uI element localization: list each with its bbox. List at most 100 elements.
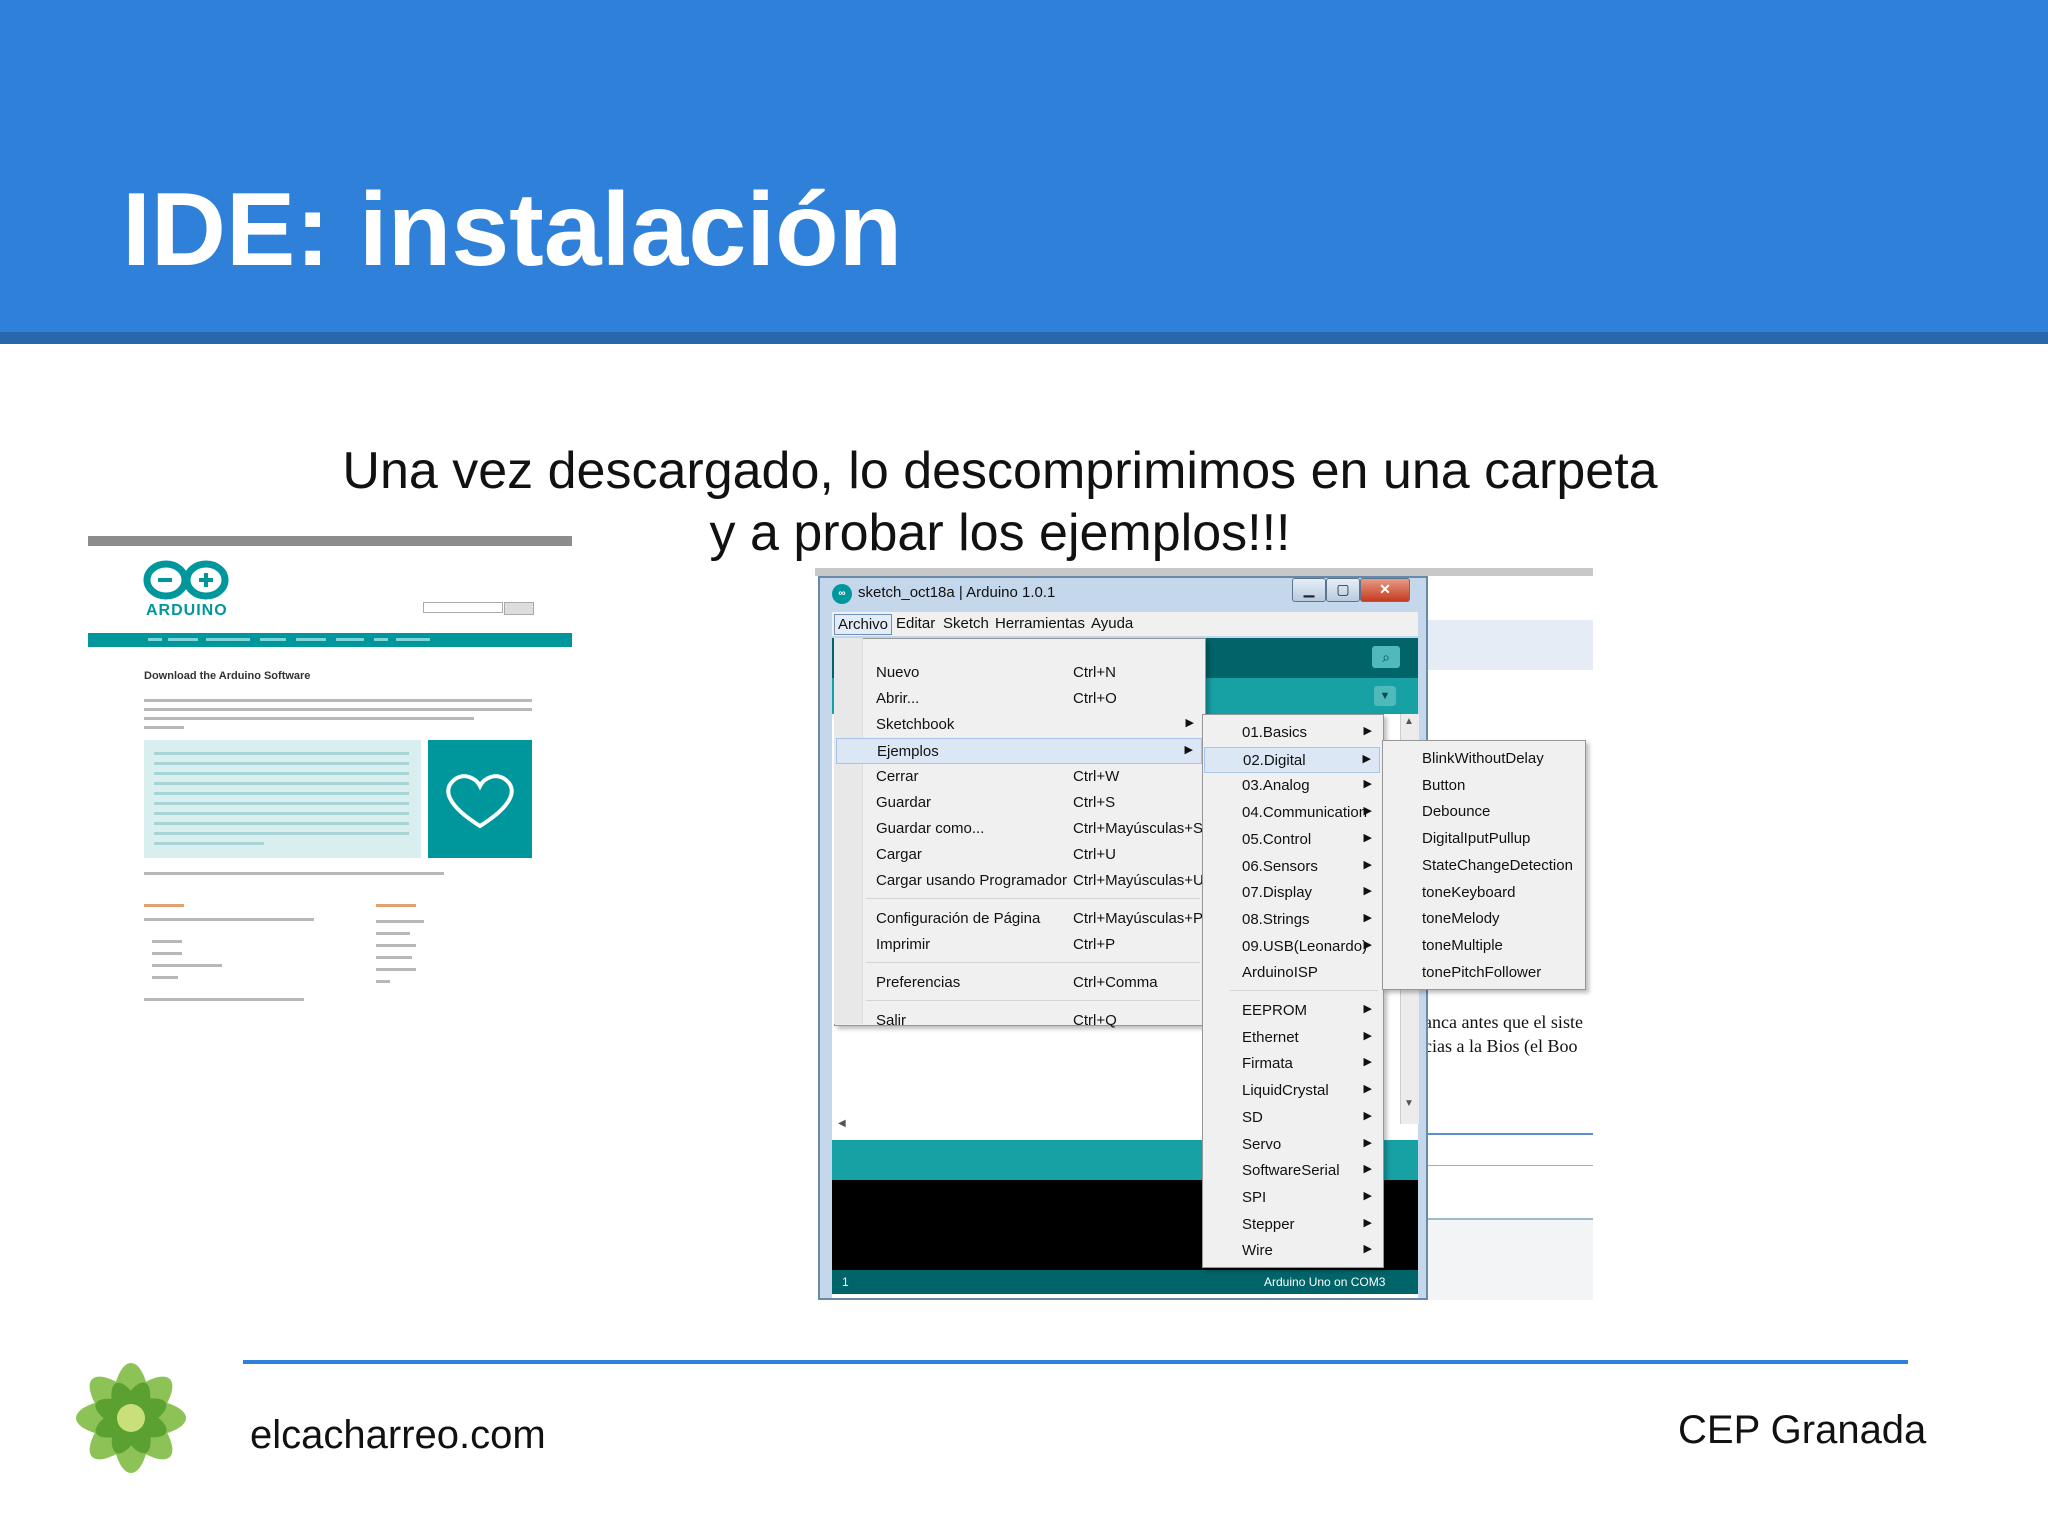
digital-item-debounce[interactable]: Debounce xyxy=(1384,799,1582,825)
list-item[interactable] xyxy=(376,980,390,983)
menu-item-label: Firmata xyxy=(1242,1055,1293,1073)
menu-item-label: toneKeyboard xyxy=(1422,883,1516,901)
digital-item-tonemelody[interactable]: toneMelody xyxy=(1384,906,1582,932)
ejemplos-item-ethernet[interactable]: Ethernet ▶ xyxy=(1204,1025,1380,1051)
menu-item-salir[interactable]: Salir Ctrl+Q xyxy=(836,1008,1202,1034)
submenu-arrow-icon: ▶ xyxy=(1363,938,1372,951)
site-search-input[interactable] xyxy=(423,602,503,613)
submenu-arrow-icon: ▶ xyxy=(1362,752,1371,765)
ejemplos-item-wire[interactable]: Wire ▶ xyxy=(1204,1238,1380,1264)
menu-item-label: 05.Control xyxy=(1242,830,1312,848)
menu-item-label: 09.USB(Leonardo) xyxy=(1242,937,1368,955)
download-heading: Download the Arduino Software xyxy=(144,670,311,682)
license-box xyxy=(144,740,421,858)
ejemplos-item-softwareserial[interactable]: SoftwareSerial ▶ xyxy=(1204,1158,1380,1184)
list-item[interactable] xyxy=(152,964,222,967)
list-item[interactable] xyxy=(376,944,416,947)
menu-item-cerrar[interactable]: Cerrar Ctrl+W xyxy=(836,764,1202,790)
ejemplos-item-spi[interactable]: SPI ▶ xyxy=(1204,1185,1380,1211)
digital-item-tonemultiple[interactable]: toneMultiple xyxy=(1384,933,1582,959)
menu-item-shortcut: Ctrl+Q xyxy=(1073,1012,1117,1029)
ejemplos-item-02-digital[interactable]: 02.Digital ▶ xyxy=(1204,746,1380,773)
ejemplos-item-sd[interactable]: SD ▶ xyxy=(1204,1105,1380,1131)
menu-item-imprimir[interactable]: Imprimir Ctrl+P xyxy=(836,932,1202,958)
menu-editar[interactable]: Editar xyxy=(893,614,938,633)
list-item[interactable] xyxy=(376,932,410,935)
ejemplos-item-05-control[interactable]: 05.Control ▶ xyxy=(1204,827,1380,853)
ejemplos-item-eeprom[interactable]: EEPROM ▶ xyxy=(1204,998,1380,1024)
download-link[interactable] xyxy=(144,904,184,907)
background-divider xyxy=(1424,1133,1593,1135)
ejemplos-item-04-communication[interactable]: 04.Communication ▶ xyxy=(1204,800,1380,826)
menu-sketch[interactable]: Sketch xyxy=(940,614,992,633)
menu-item-nuevo[interactable]: Nuevo Ctrl+N xyxy=(836,660,1202,686)
menu-item-label: SoftwareSerial xyxy=(1242,1162,1340,1180)
menu-item-shortcut: Ctrl+P xyxy=(1073,936,1116,953)
menu-item-label: Debounce xyxy=(1422,803,1491,821)
ejemplos-item-07-display[interactable]: 07.Display ▶ xyxy=(1204,880,1380,906)
ejemplos-item-liquidcrystal[interactable]: LiquidCrystal ▶ xyxy=(1204,1078,1380,1104)
menu-item-sketchbook[interactable]: Sketchbook ▶ xyxy=(836,712,1202,738)
footer-organization: CEP Granada xyxy=(1678,1408,1927,1452)
list-item[interactable] xyxy=(376,968,416,971)
arduino-website-thumbnail: ARDUINO Download the Arduino Software xyxy=(88,536,572,1014)
list-item[interactable] xyxy=(376,920,424,923)
ejemplos-item-servo[interactable]: Servo ▶ xyxy=(1204,1132,1380,1158)
digital-item-blinkwithoutdelay[interactable]: BlinkWithoutDelay xyxy=(1384,746,1582,772)
menu-item-label: toneMelody xyxy=(1422,910,1500,928)
menu-item-label: 03.Analog xyxy=(1242,777,1310,795)
serial-monitor-icon[interactable]: ⌕ xyxy=(1372,646,1400,668)
ejemplos-item-firmata[interactable]: Firmata ▶ xyxy=(1204,1051,1380,1077)
menu-item-label: toneMultiple xyxy=(1422,936,1503,954)
submenu-arrow-icon: ▶ xyxy=(1185,717,1194,729)
menu-item-label: Cargar xyxy=(876,846,922,863)
submenu-arrow-icon: ▶ xyxy=(1363,1189,1372,1202)
menu-herramientas[interactable]: Herramientas xyxy=(992,614,1088,633)
site-search-button[interactable] xyxy=(504,602,534,615)
menu-ayuda[interactable]: Ayuda xyxy=(1088,614,1136,633)
maximize-button[interactable]: ▢ xyxy=(1326,578,1360,602)
arduino-wordmark: ARDUINO xyxy=(146,602,228,619)
menu-item-guardar-como[interactable]: Guardar como... Ctrl+Mayúsculas+S xyxy=(836,816,1203,842)
list-item[interactable] xyxy=(152,952,182,955)
ejemplos-item-03-analog[interactable]: 03.Analog ▶ xyxy=(1204,773,1380,799)
list-item[interactable] xyxy=(152,976,178,979)
menu-item-shortcut: Ctrl+S xyxy=(1073,794,1116,811)
menu-item-guardar[interactable]: Guardar Ctrl+S xyxy=(836,790,1202,816)
site-nav-bar[interactable] xyxy=(88,633,572,647)
footer-divider xyxy=(243,1360,1908,1364)
body-text-line xyxy=(144,998,304,1001)
list-item[interactable] xyxy=(376,956,412,959)
ejemplos-item-09-usb-leonardo[interactable]: 09.USB(Leonardo) ▶ xyxy=(1204,934,1380,960)
menu-item-ejemplos[interactable]: Ejemplos ▶ xyxy=(836,738,1202,764)
close-button[interactable]: ✕ xyxy=(1360,578,1410,602)
menu-separator xyxy=(1230,990,1378,991)
ejemplos-item-08-strings[interactable]: 08.Strings ▶ xyxy=(1204,907,1380,933)
scroll-left-icon[interactable]: ◀ xyxy=(838,1118,846,1129)
menu-item-preferencias[interactable]: Preferencias Ctrl+Comma xyxy=(836,970,1202,996)
menu-item-label: Wire xyxy=(1242,1242,1273,1260)
ejemplos-item-stepper[interactable]: Stepper ▶ xyxy=(1204,1212,1380,1238)
menu-item-cargar[interactable]: Cargar Ctrl+U xyxy=(836,842,1202,868)
ejemplos-item-01-basics[interactable]: 01.Basics ▶ xyxy=(1204,720,1380,746)
tab-menu-chevron-down-icon[interactable]: ▼ xyxy=(1374,686,1396,706)
list-item[interactable] xyxy=(152,940,182,943)
menu-item-configuraci-n-de-p-gina[interactable]: Configuración de Página Ctrl+Mayúsculas+P xyxy=(836,906,1203,932)
digital-item-digitaliputpullup[interactable]: DigitalIputPullup xyxy=(1384,826,1582,852)
ejemplos-item-arduinoisp[interactable]: ArduinoISP xyxy=(1204,960,1380,986)
scroll-down-icon[interactable]: ▼ xyxy=(1404,1098,1414,1109)
digital-item-statechangedetection[interactable]: StateChangeDetection xyxy=(1384,853,1582,879)
digital-item-button[interactable]: Button xyxy=(1384,773,1582,799)
body-text-line xyxy=(144,708,532,711)
menu-archivo[interactable]: Archivo xyxy=(834,614,893,635)
body-text-line xyxy=(144,717,474,720)
menu-item-abrir[interactable]: Abrir... Ctrl+O xyxy=(836,686,1202,712)
scroll-up-icon[interactable]: ▲ xyxy=(1404,716,1414,727)
menu-item-cargar-usando-programador[interactable]: Cargar usando Programador Ctrl+Mayúsculas… xyxy=(836,868,1204,894)
menu-item-label: Ethernet xyxy=(1242,1028,1299,1046)
next-steps-link[interactable] xyxy=(376,904,416,907)
digital-item-tonekeyboard[interactable]: toneKeyboard xyxy=(1384,880,1582,906)
digital-item-tonepitchfollower[interactable]: tonePitchFollower xyxy=(1384,960,1582,986)
minimize-button[interactable]: ▁ xyxy=(1292,578,1326,602)
ejemplos-item-06-sensors[interactable]: 06.Sensors ▶ xyxy=(1204,854,1380,880)
